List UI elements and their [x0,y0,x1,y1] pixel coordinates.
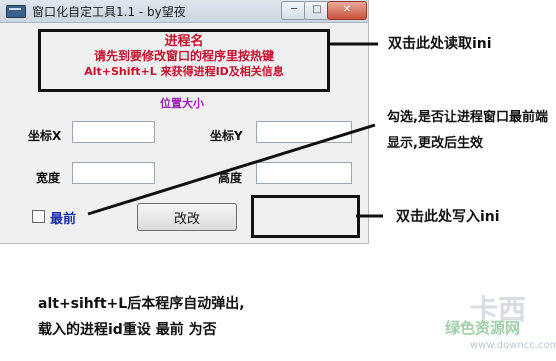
watermark-url: www.downcc.com [470,340,556,351]
bottom-note: alt+sihft+L后本程序自动弹出, 载入的进程id重设 最前 为否 [38,291,245,343]
topmost-annotation: 勾选,是否让进程窗口最前端显示,更改后生效 [387,110,548,151]
topmost-arrow [87,123,376,216]
bottom-note-line2: 载入的进程id重设 最前 为否 [38,322,217,338]
read-ini-annotation: 双击此处读取ini [388,36,492,52]
write-ini-annotation: 双击此处写入ini [396,209,500,225]
bottom-note-line1: alt+sihft+L后本程序自动弹出, [38,296,245,312]
watermark-site-name: 绿色资源网 [445,319,521,337]
